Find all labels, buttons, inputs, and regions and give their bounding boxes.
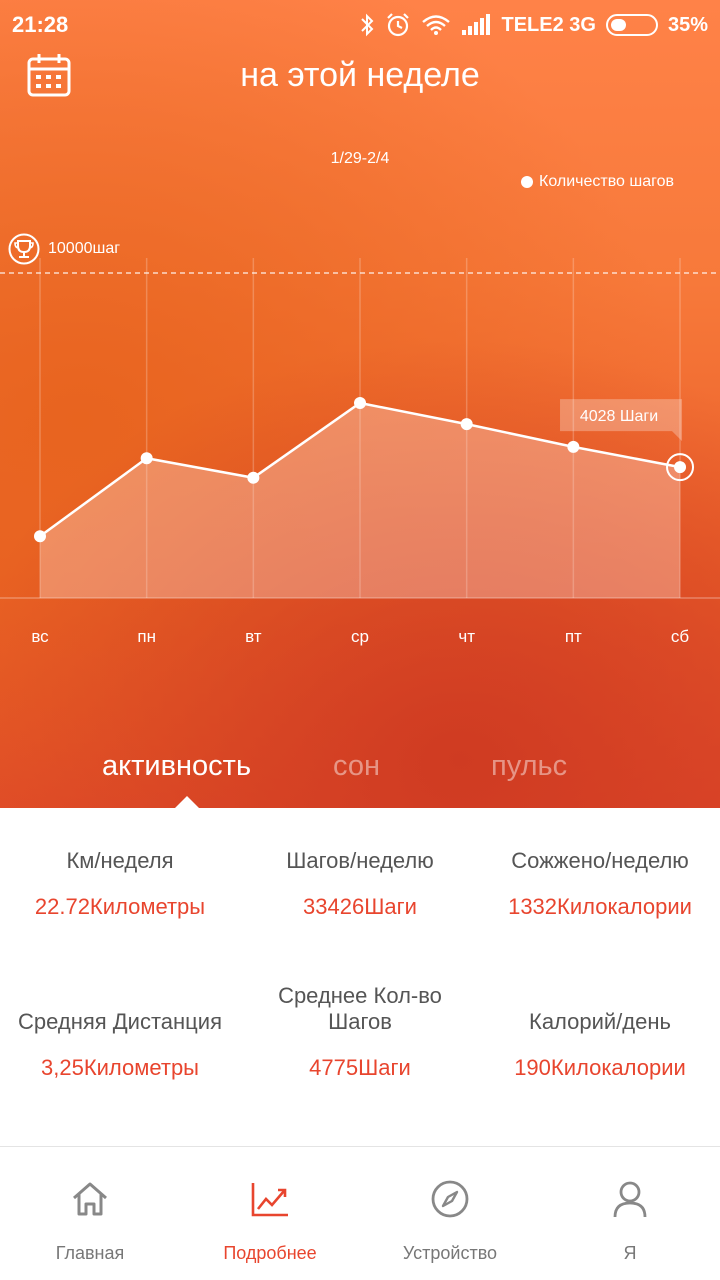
tooltip-label: 4028 Шаги [580, 408, 658, 425]
stat-burned-week: Сожжено/неделю 1332Килокалории [480, 848, 720, 920]
stat-value: 33426Шаги [303, 894, 417, 919]
nav-label: Подробнее [223, 1243, 317, 1263]
stat-steps-week: Шагов/неделю 33426Шаги [240, 848, 480, 920]
steps-chart: 4028 Шаги вс пн вт ср чт пт сб [0, 258, 720, 646]
nav-label: Я [623, 1243, 637, 1263]
chart-icon [251, 1183, 288, 1217]
user-icon [613, 1181, 647, 1218]
data-point [34, 530, 46, 543]
tab-pulse[interactable]: пульс [491, 750, 567, 783]
hero-panel: 21:28 TELE2 3G 35% на этой неделе 1/29-2… [0, 0, 720, 808]
stat-value: 1332Килокалории [508, 894, 692, 919]
data-point [460, 418, 473, 431]
stat-label: Шагов/неделю [286, 848, 434, 873]
stat-value: 3,25Километры [41, 1055, 199, 1080]
stats-grid: Км/неделя 22.72Километры Шагов/неделю 33… [0, 808, 720, 1146]
stat-label: Сожжено/неделю [511, 848, 689, 873]
stat-calories-day: Калорий/день 190Килокалории [480, 1009, 720, 1081]
stat-label: Средняя Дистанция [17, 1009, 222, 1034]
series-area [40, 403, 681, 598]
stat-km-week: Км/неделя 22.72Километры [0, 848, 240, 920]
stat-avg-distance: Средняя Дистанция 3,25Километры [0, 1009, 240, 1081]
compass-icon [431, 1180, 469, 1218]
x-tick-label: вт [245, 627, 262, 646]
x-tick-label: ср [351, 627, 369, 646]
tab-sleep[interactable]: сон [333, 750, 380, 783]
data-point [140, 452, 153, 465]
bottom-nav: Главная Подробнее Устройство Я [0, 1147, 720, 1280]
x-tick-label: пт [565, 627, 582, 646]
stat-value: 22.72Километры [34, 894, 206, 919]
data-point [567, 440, 580, 453]
nav-device[interactable]: Устройство [360, 1147, 540, 1280]
stat-label: Калорий/день [529, 1009, 671, 1034]
stat-value: 4775Шаги [309, 1055, 411, 1080]
nav-label: Главная [55, 1243, 125, 1263]
tab-indicator [175, 796, 199, 808]
tab-bar: активность сон пульс [0, 750, 720, 808]
x-tick-label: пн [137, 627, 156, 646]
stat-avg-steps: Среднее Кол-во Шагов 4775Шаги [240, 983, 480, 1081]
nav-home[interactable]: Главная [0, 1147, 180, 1280]
x-tick-label: вс [31, 627, 49, 646]
home-icon [73, 1182, 107, 1216]
stat-value: 190Килокалории [514, 1055, 686, 1080]
x-tick-label: чт [458, 627, 475, 646]
stat-label: Среднее Кол-во Шагов [278, 983, 442, 1034]
data-point [674, 461, 687, 474]
data-point [247, 471, 260, 484]
stat-label: Км/неделя [66, 848, 174, 873]
nav-details[interactable]: Подробнее [180, 1147, 360, 1280]
nav-label: Устройство [402, 1243, 498, 1263]
x-tick-label: сб [671, 627, 690, 646]
tab-activity[interactable]: активность [102, 750, 251, 783]
nav-me[interactable]: Я [540, 1147, 720, 1280]
data-point [354, 397, 367, 409]
